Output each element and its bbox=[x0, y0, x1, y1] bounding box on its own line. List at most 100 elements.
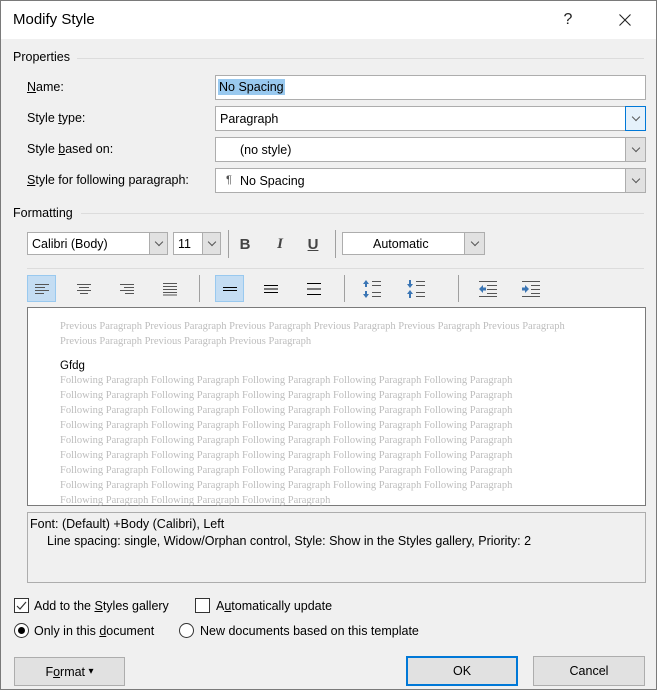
increase-indent-icon bbox=[521, 280, 540, 297]
style-type-dropdown-arrow[interactable] bbox=[625, 106, 646, 131]
properties-divider bbox=[77, 58, 644, 59]
style-type-label-text: ype: bbox=[61, 111, 86, 125]
description-line-2: Line spacing: single, Widow/Orphan contr… bbox=[47, 534, 532, 548]
align-center-button[interactable] bbox=[69, 275, 98, 302]
font-size-dropdown[interactable]: 11 bbox=[173, 232, 221, 255]
bold-icon: B bbox=[239, 235, 251, 253]
bold-button[interactable]: B bbox=[234, 233, 256, 255]
description-line-1: Font: (Default) +Body (Calibri), Left bbox=[30, 517, 225, 531]
single-spacing-button[interactable] bbox=[215, 275, 244, 302]
add-to-styles-gallery-label[interactable]: Add to the Styles gallery bbox=[34, 599, 169, 613]
toolbar-separator bbox=[458, 275, 459, 302]
name-label-accel: N bbox=[27, 80, 37, 94]
italic-icon: I bbox=[277, 235, 283, 252]
double-spacing-button[interactable] bbox=[299, 275, 328, 302]
style-type-dropdown[interactable]: Paragraph bbox=[215, 106, 646, 131]
chevron-down-icon bbox=[207, 237, 216, 247]
name-input[interactable]: No Spacing bbox=[215, 75, 646, 100]
preview-following-line: Following Paragraph Following Paragraph … bbox=[60, 450, 513, 461]
style-preview-pane: Previous Paragraph Previous Paragraph Pr… bbox=[27, 307, 646, 506]
preview-previous-paragraph: Previous Paragraph Previous Paragraph Pr… bbox=[60, 321, 565, 347]
help-button[interactable]: ? bbox=[550, 5, 586, 35]
only-in-this-document-label[interactable]: Only in this document bbox=[34, 624, 154, 638]
format-label-part: rmat bbox=[60, 664, 86, 679]
modify-style-dialog: Modify Style ? Properties Name: No Spaci… bbox=[0, 0, 657, 690]
only-in-this-document-radio[interactable] bbox=[14, 623, 29, 638]
font-value: Calibri (Body) bbox=[32, 237, 108, 251]
name-label: Name: bbox=[27, 80, 64, 94]
underline-button[interactable]: U bbox=[302, 233, 324, 255]
name-input-value: No Spacing bbox=[218, 79, 285, 95]
automatically-update-checkbox[interactable] bbox=[195, 598, 210, 613]
underline-icon: U bbox=[307, 235, 319, 253]
decrease-indent-button[interactable] bbox=[473, 275, 502, 302]
align-left-button[interactable] bbox=[27, 275, 56, 302]
title-bar: Modify Style ? bbox=[1, 1, 656, 39]
preview-following-line: Following Paragraph Following Paragraph … bbox=[60, 480, 513, 491]
increase-paragraph-spacing-button[interactable] bbox=[357, 275, 386, 302]
chevron-down-icon bbox=[631, 143, 640, 153]
one-half-spacing-icon bbox=[263, 284, 278, 293]
align-center-icon bbox=[76, 283, 91, 294]
close-button[interactable] bbox=[607, 5, 643, 35]
checkmark-icon bbox=[16, 601, 27, 610]
based-on-dropdown-arrow[interactable] bbox=[625, 138, 645, 161]
close-icon bbox=[619, 14, 631, 26]
format-button[interactable]: Fo rmat ▾ bbox=[14, 657, 125, 686]
following-paragraph-dropdown-arrow[interactable] bbox=[625, 169, 645, 192]
format-label-accel: o bbox=[53, 664, 61, 679]
based-on-dropdown[interactable]: (no style) bbox=[215, 137, 646, 162]
one-half-spacing-button[interactable] bbox=[256, 275, 285, 302]
toolbar-separator bbox=[344, 275, 345, 302]
font-size-value: 11 bbox=[178, 237, 191, 251]
dialog-title: Modify Style bbox=[13, 11, 95, 28]
based-on-label: Style based on: bbox=[27, 142, 113, 156]
double-spacing-icon bbox=[306, 282, 321, 295]
following-paragraph-label: Style for following paragraph: bbox=[27, 173, 189, 187]
add-to-styles-gallery-checkbox[interactable] bbox=[14, 598, 29, 613]
radio-selected-dot bbox=[18, 627, 25, 634]
toolbar-separator bbox=[335, 230, 336, 258]
style-type-label: Style type: bbox=[27, 111, 85, 125]
ok-button[interactable]: OK bbox=[406, 656, 518, 686]
font-dropdown-arrow[interactable] bbox=[149, 233, 167, 254]
new-documents-template-radio[interactable] bbox=[179, 623, 194, 638]
caret-down-icon: ▾ bbox=[88, 666, 94, 677]
based-on-label-pre: Style bbox=[27, 142, 59, 156]
formatting-divider bbox=[81, 213, 644, 214]
font-size-dropdown-arrow[interactable] bbox=[202, 233, 220, 254]
chevron-down-icon bbox=[631, 112, 640, 122]
following-paragraph-dropdown[interactable]: ¶ No Spacing bbox=[215, 168, 646, 193]
font-color-dropdown[interactable]: Automatic bbox=[342, 232, 485, 255]
font-color-dropdown-arrow[interactable] bbox=[464, 233, 484, 254]
italic-button[interactable]: I bbox=[269, 233, 291, 255]
based-on-label-text: ased on: bbox=[65, 142, 114, 156]
label-part: Add to the bbox=[34, 599, 95, 613]
increase-indent-button[interactable] bbox=[516, 275, 545, 302]
single-spacing-icon bbox=[222, 286, 237, 291]
formatting-section-label: Formatting bbox=[13, 206, 73, 220]
automatically-update-label[interactable]: Automatically update bbox=[216, 599, 332, 613]
align-left-icon bbox=[34, 283, 49, 294]
preview-following-line: Following Paragraph Following Paragraph … bbox=[60, 495, 331, 506]
preview-following-paragraphs: Following Paragraph Following Paragraph … bbox=[60, 373, 620, 508]
font-dropdown[interactable]: Calibri (Body) bbox=[27, 232, 168, 255]
preview-following-line: Following Paragraph Following Paragraph … bbox=[60, 375, 513, 386]
new-documents-template-label[interactable]: New documents based on this template bbox=[200, 624, 419, 638]
pilcrow-icon: ¶ bbox=[226, 174, 232, 186]
decrease-paragraph-spacing-icon bbox=[406, 279, 425, 298]
preview-following-line: Following Paragraph Following Paragraph … bbox=[60, 390, 513, 401]
align-right-button[interactable] bbox=[112, 275, 141, 302]
preview-sample-text: Gfdg bbox=[60, 360, 85, 372]
preview-following-line: Following Paragraph Following Paragraph … bbox=[60, 465, 513, 476]
label-part: tomatically update bbox=[231, 599, 333, 613]
cancel-button[interactable]: Cancel bbox=[533, 656, 645, 686]
increase-paragraph-spacing-icon bbox=[362, 279, 381, 298]
decrease-paragraph-spacing-button[interactable] bbox=[401, 275, 430, 302]
style-type-label-pre: Style bbox=[27, 111, 59, 125]
label-part: Only in this bbox=[34, 624, 100, 638]
toolbar-separator bbox=[199, 275, 200, 302]
chevron-down-icon bbox=[470, 237, 479, 247]
justify-button[interactable] bbox=[155, 275, 184, 302]
style-type-value: Paragraph bbox=[220, 112, 279, 126]
